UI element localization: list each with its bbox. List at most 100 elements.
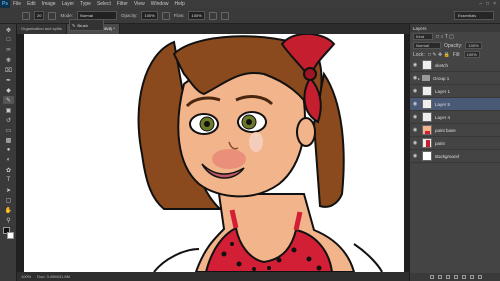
- eye-icon[interactable]: ◉: [412, 62, 418, 68]
- quick-select-tool-icon[interactable]: ❋: [3, 56, 14, 64]
- link-icon[interactable]: [429, 275, 434, 279]
- type-tool-icon[interactable]: T: [3, 176, 14, 184]
- workspace-select[interactable]: Essentials: [454, 11, 494, 20]
- eye-icon[interactable]: ◉: [412, 101, 418, 107]
- layer-opacity-label: Opacity:: [444, 42, 463, 49]
- eye-icon[interactable]: ◉: [412, 140, 418, 146]
- new-layer-icon[interactable]: [469, 275, 474, 279]
- pressure-opacity-icon[interactable]: [161, 11, 170, 20]
- layer-name: paint base: [435, 127, 456, 133]
- layers-panel-header: Layers: [410, 24, 500, 32]
- blend-mode-select[interactable]: Normal: [413, 42, 441, 49]
- maximize-icon[interactable]: □: [486, 1, 489, 7]
- pressure-size-icon[interactable]: [220, 11, 229, 20]
- layer-thumbnail: [422, 125, 432, 135]
- layer-name: Layer 1: [435, 88, 451, 94]
- window-controls: – □ ×: [479, 1, 500, 7]
- eraser-tool-icon[interactable]: ▭: [3, 126, 14, 134]
- eyedropper-tool-icon[interactable]: ✒: [3, 76, 14, 84]
- dodge-tool-icon[interactable]: ◐: [3, 156, 14, 164]
- menu-window[interactable]: Window: [148, 0, 172, 8]
- layer-row-selected[interactable]: ◉ Layer 5: [410, 98, 500, 111]
- eye-icon[interactable]: ◉: [412, 127, 418, 133]
- menu-select[interactable]: Select: [94, 0, 114, 8]
- layers-panel-footer: [410, 273, 500, 281]
- layer-name: Layer 5: [435, 101, 451, 107]
- adjustment-icon[interactable]: [453, 275, 458, 279]
- layer-name: sketch: [435, 62, 449, 68]
- brush-size-field[interactable]: 20: [34, 11, 45, 20]
- fill-field[interactable]: 100%: [463, 51, 480, 58]
- menu-help[interactable]: Help: [172, 0, 188, 8]
- close-icon[interactable]: ×: [493, 1, 496, 7]
- photoshop-logo: Ps: [0, 0, 10, 8]
- clone-stamp-tool-icon[interactable]: ▣: [3, 106, 14, 114]
- menu-layer[interactable]: Layer: [59, 0, 78, 8]
- layer-row[interactable]: ◉ paint base: [410, 124, 500, 137]
- path-select-tool-icon[interactable]: ➤: [3, 186, 14, 194]
- tab-document-1[interactable]: Organization and splits: [17, 24, 67, 34]
- lock-icons[interactable]: □ ✎ ✥ 🔒: [428, 52, 450, 58]
- layer-thumbnail: [422, 99, 432, 109]
- tool-tooltip: ✎ Brush: [69, 19, 104, 31]
- healing-tool-icon[interactable]: ◆: [3, 86, 14, 94]
- expand-arrow-icon[interactable]: ▸: [418, 76, 420, 81]
- menu-image[interactable]: Image: [39, 0, 59, 8]
- background-color-swatch[interactable]: [7, 232, 14, 239]
- zoom-level[interactable]: 100%: [21, 274, 31, 279]
- layer-row[interactable]: ◉ Layer 1: [410, 85, 500, 98]
- crop-tool-icon[interactable]: ⌧: [3, 66, 14, 74]
- brush-preset-icon[interactable]: [22, 11, 30, 20]
- menu-filter[interactable]: Filter: [114, 0, 131, 8]
- layer-row[interactable]: ◉ Layer 4: [410, 111, 500, 124]
- layers-panel-title[interactable]: Layers: [413, 26, 427, 31]
- layer-group-row[interactable]: ◉ ▸ Group 1: [410, 72, 500, 85]
- opacity-label: Opacity:: [120, 13, 138, 18]
- marquee-tool-icon[interactable]: □: [3, 36, 14, 44]
- mask-icon[interactable]: [445, 275, 450, 279]
- layer-name: paint: [435, 140, 445, 146]
- folder-icon: [422, 75, 431, 81]
- document-canvas[interactable]: [24, 34, 404, 272]
- fill-label: Fill:: [452, 51, 461, 58]
- history-brush-tool-icon[interactable]: ↺: [3, 116, 14, 124]
- lasso-tool-icon[interactable]: ∞: [3, 46, 14, 54]
- layer-opacity-field[interactable]: 100%: [465, 42, 482, 49]
- layer-row[interactable]: ◉ paint: [410, 137, 500, 150]
- flow-field[interactable]: 100%: [188, 11, 205, 20]
- hand-tool-icon[interactable]: ✋: [3, 206, 14, 214]
- layer-row[interactable]: ◉ Background: [410, 150, 500, 163]
- brush-tool-icon[interactable]: ✎: [3, 96, 14, 104]
- eye-icon[interactable]: ◉: [412, 153, 418, 159]
- eye-icon[interactable]: ◉: [412, 88, 418, 94]
- brush-panel-icon[interactable]: [48, 11, 57, 20]
- pen-tool-icon[interactable]: ✿: [3, 166, 14, 174]
- filter-icons[interactable]: □ ○ T ▢: [436, 34, 454, 40]
- shape-tool-icon[interactable]: ▢: [3, 196, 14, 204]
- kind-filter-select[interactable]: Kind: [413, 33, 433, 40]
- new-group-icon[interactable]: [461, 275, 466, 279]
- menu-file[interactable]: File: [10, 0, 24, 8]
- lock-label: Lock:: [413, 51, 425, 58]
- move-tool-icon[interactable]: ✥: [3, 26, 14, 34]
- blur-tool-icon[interactable]: ●: [3, 146, 14, 154]
- gradient-tool-icon[interactable]: ▩: [3, 136, 14, 144]
- menu-view[interactable]: View: [131, 0, 148, 8]
- filter-row: Kind □ ○ T ▢: [410, 32, 500, 41]
- menu-type[interactable]: Type: [77, 0, 94, 8]
- layer-row[interactable]: ◉ sketch: [410, 59, 500, 72]
- minimize-icon[interactable]: –: [479, 1, 482, 7]
- tools-panel: ✥ □ ∞ ❋ ⌧ ✒ ◆ ✎ ▣ ↺ ▭ ▩ ● ◐ ✿ T ➤ ▢ ✋ ⚲: [0, 24, 17, 281]
- zoom-tool-icon[interactable]: ⚲: [3, 216, 14, 224]
- lock-row: Lock: □ ✎ ✥ 🔒 Fill: 100%: [410, 50, 500, 59]
- opacity-field[interactable]: 100%: [141, 11, 158, 20]
- brush-icon: ✎: [72, 22, 76, 28]
- airbrush-icon[interactable]: [208, 11, 217, 20]
- layer-name: Group 1: [433, 75, 450, 81]
- trash-icon[interactable]: [477, 275, 482, 279]
- color-swatches[interactable]: [3, 227, 14, 241]
- layer-thumbnail: [422, 86, 432, 96]
- menu-edit[interactable]: Edit: [24, 0, 39, 8]
- fx-icon[interactable]: [437, 275, 442, 279]
- eye-icon[interactable]: ◉: [412, 114, 418, 120]
